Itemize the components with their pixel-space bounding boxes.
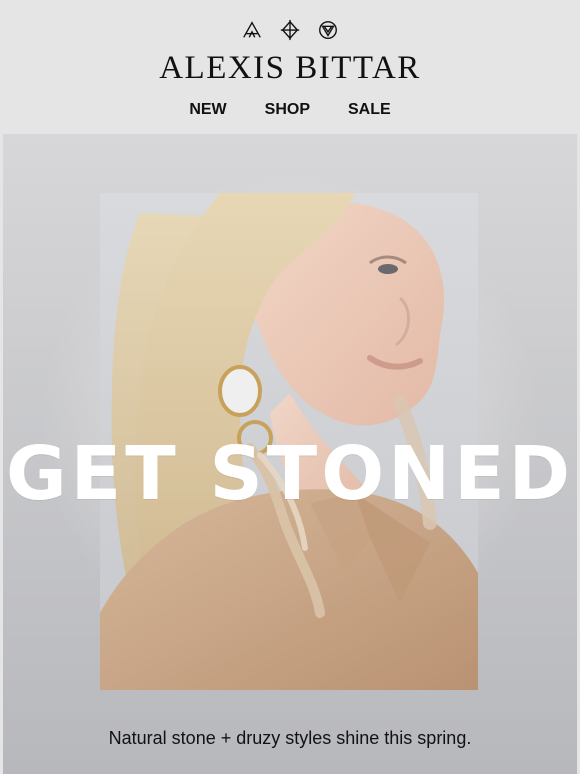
nav-item-sale[interactable]: SALE <box>348 98 391 122</box>
diamond-cross-icon <box>280 19 300 41</box>
nav-item-new[interactable]: NEW <box>189 98 226 122</box>
hero-illustration <box>100 193 478 690</box>
main-nav: NEW SHOP SALE <box>0 98 580 122</box>
circle-triangle-icon <box>319 21 337 39</box>
hero-caption: Natural stone + druzy styles shine this … <box>108 728 472 748</box>
brand-logo[interactable]: ALEXIS BITTAR <box>0 48 580 88</box>
triangle-cross-icon <box>243 21 261 38</box>
email-page: ALEXIS BITTAR NEW SHOP SALE GET STONED N… <box>0 0 580 774</box>
header: ALEXIS BITTAR NEW SHOP SALE <box>0 0 580 134</box>
nav-item-shop[interactable]: SHOP <box>265 98 310 122</box>
hero-banner[interactable]: GET STONED Natural stone + druzy styles … <box>3 134 577 774</box>
hero-photo <box>100 193 478 690</box>
brand-icons <box>0 16 580 44</box>
